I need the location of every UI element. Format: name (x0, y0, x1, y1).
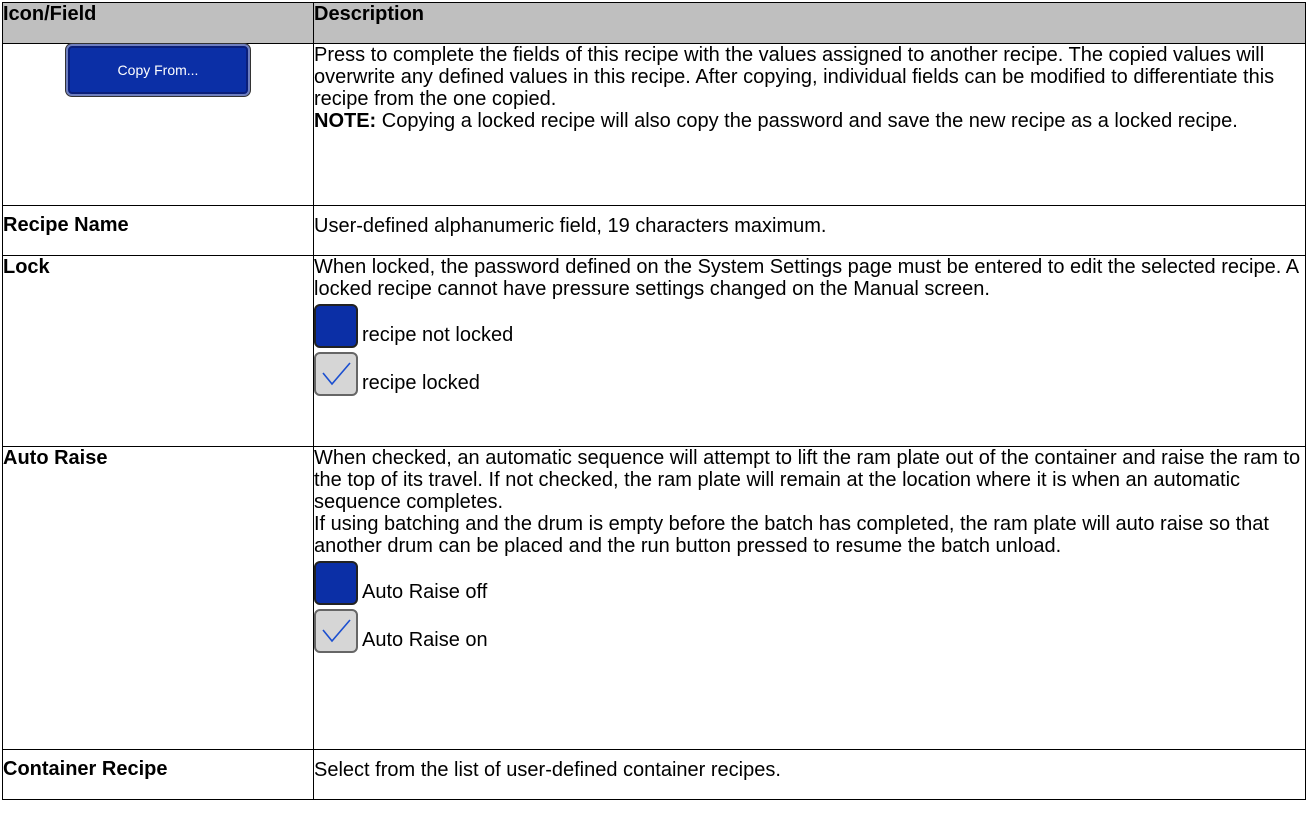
copy-from-icon-cell: Copy From... (2, 43, 314, 206)
auto-raise-off-line: Auto Raise off (314, 561, 1305, 605)
lock-desc-text: When locked, the password defined on the… (314, 256, 1298, 300)
table-header-row: Icon/Field Description (2, 2, 1306, 44)
recipe-name-field-label: Recipe Name (2, 205, 314, 256)
copy-from-note: NOTE: Copying a locked recipe will also … (314, 110, 1305, 132)
lock-off-line: recipe not locked (314, 304, 1305, 348)
copy-from-desc-text: Press to complete the fields of this rec… (314, 44, 1275, 110)
auto-raise-field-label: Auto Raise (2, 446, 314, 750)
note-text: Copying a locked recipe will also copy t… (376, 110, 1238, 132)
checkbox-checked-icon (314, 352, 358, 396)
lock-on-label: recipe locked (362, 372, 480, 394)
checkbox-unchecked-icon (314, 304, 358, 348)
table-row-recipe-name: Recipe Name User-defined alphanumeric fi… (2, 205, 1306, 256)
lock-description: When locked, the password defined on the… (313, 255, 1306, 447)
auto-raise-off-label: Auto Raise off (362, 581, 488, 603)
container-recipe-field-label: Container Recipe (2, 749, 314, 800)
table-row-lock: Lock When locked, the password defined o… (2, 255, 1306, 447)
table-row-auto-raise: Auto Raise When checked, an automatic se… (2, 446, 1306, 750)
note-label: NOTE: (314, 110, 377, 132)
auto-raise-on-line: Auto Raise on (314, 609, 1305, 653)
table-row-container-recipe: Container Recipe Select from the list of… (2, 749, 1306, 800)
container-recipe-description: Select from the list of user-defined con… (313, 749, 1306, 800)
auto-raise-desc-1: When checked, an automatic sequence will… (314, 447, 1301, 513)
lock-on-line: recipe locked (314, 352, 1305, 396)
copy-from-button[interactable]: Copy From... (66, 44, 250, 96)
recipe-fields-table: Icon/Field Description Copy From... Pres… (2, 2, 1306, 800)
checkbox-checked-icon (314, 609, 358, 653)
recipe-name-description: User-defined alphanumeric field, 19 char… (313, 205, 1306, 256)
header-icon-field: Icon/Field (2, 2, 314, 44)
table-row-copy-from: Copy From... Press to complete the field… (2, 43, 1306, 206)
auto-raise-on-label: Auto Raise on (362, 629, 488, 651)
header-description: Description (313, 2, 1306, 44)
lock-off-label: recipe not locked (362, 324, 514, 346)
auto-raise-description: When checked, an automatic sequence will… (313, 446, 1306, 750)
lock-field-label: Lock (2, 255, 314, 447)
checkbox-unchecked-icon (314, 561, 358, 605)
copy-from-description: Press to complete the fields of this rec… (313, 43, 1306, 206)
auto-raise-desc-2: If using batching and the drum is empty … (314, 513, 1269, 557)
